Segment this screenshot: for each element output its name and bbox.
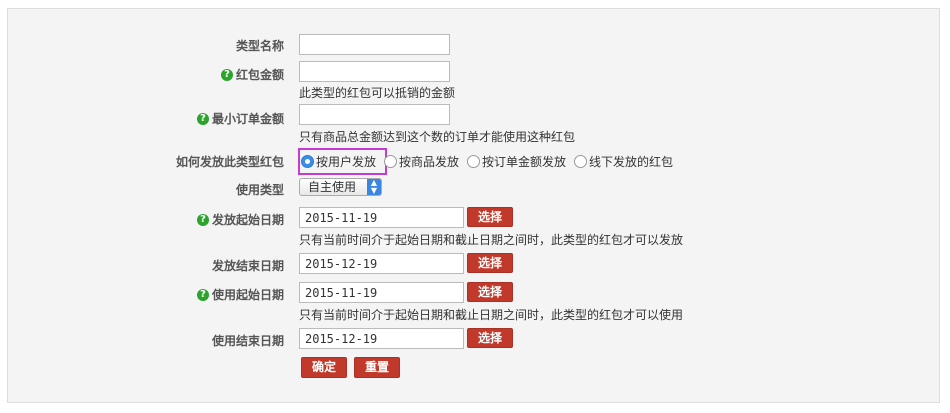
use-type-label: 使用类型 [235, 183, 284, 197]
amount-input[interactable] [299, 61, 450, 82]
use-start-label: ? 使用起始日期 [196, 286, 284, 303]
amount-hint: 此类型的红包可以抵销的金额 [299, 86, 456, 100]
send-end-pick-button[interactable]: 选择 [467, 253, 513, 273]
radio-by-user[interactable]: 按用户发放 [301, 153, 376, 170]
send-method-label: 如何发放此类型红包 [175, 155, 284, 169]
min-order-input[interactable] [299, 104, 450, 125]
send-start-date-input[interactable] [299, 207, 464, 228]
send-end-label: 发放结束日期 [211, 259, 284, 273]
help-icon[interactable]: ? [220, 68, 233, 81]
use-start-date-input[interactable] [299, 282, 464, 303]
radio-dot[interactable] [384, 154, 398, 168]
radio-dot[interactable] [301, 154, 314, 168]
send-end-date-input[interactable] [299, 253, 464, 274]
radio-dot[interactable] [467, 154, 481, 168]
use-start-pick-button[interactable]: 选择 [467, 282, 513, 302]
chevron-updown-icon: ▲ ▼ [367, 179, 381, 195]
type-name-input[interactable] [299, 34, 450, 55]
help-icon[interactable]: ? [196, 288, 209, 301]
send-start-pick-button[interactable]: 选择 [467, 207, 513, 227]
radio-offline[interactable]: 线下发放的红包 [574, 153, 673, 170]
submit-button[interactable]: 确定 [301, 357, 347, 378]
send-date-hint: 只有当前时间介于起始日期和截止日期之间时，此类型的红包才可以发放 [299, 233, 684, 247]
use-end-label: 使用结束日期 [211, 334, 284, 348]
send-method-radio-group: 按用户发放 按商品发放 按订单金额发放 线下发放的红包 [301, 151, 681, 171]
amount-label: ? 红包金额 [220, 66, 284, 83]
radio-dot[interactable] [574, 154, 588, 168]
help-icon[interactable]: ? [196, 213, 209, 226]
use-type-select[interactable]: 自主使用 ▲ ▼ [299, 178, 382, 196]
type-name-label: 类型名称 [235, 39, 284, 53]
min-order-label: ? 最小订单金额 [196, 110, 284, 127]
help-icon[interactable]: ? [196, 112, 209, 125]
use-date-hint: 只有当前时间介于起始日期和截止日期之间时，此类型的红包才可以使用 [299, 308, 684, 322]
use-end-date-input[interactable] [299, 328, 464, 349]
min-order-hint: 只有商品总金额达到这个数的订单才能使用这种红包 [299, 130, 576, 144]
use-end-pick-button[interactable]: 选择 [467, 328, 513, 348]
reset-button[interactable]: 重置 [354, 357, 400, 378]
radio-by-order-amount[interactable]: 按订单金额发放 [467, 153, 566, 170]
radio-by-product[interactable]: 按商品发放 [384, 153, 459, 170]
send-start-label: ? 发放起始日期 [196, 211, 284, 228]
